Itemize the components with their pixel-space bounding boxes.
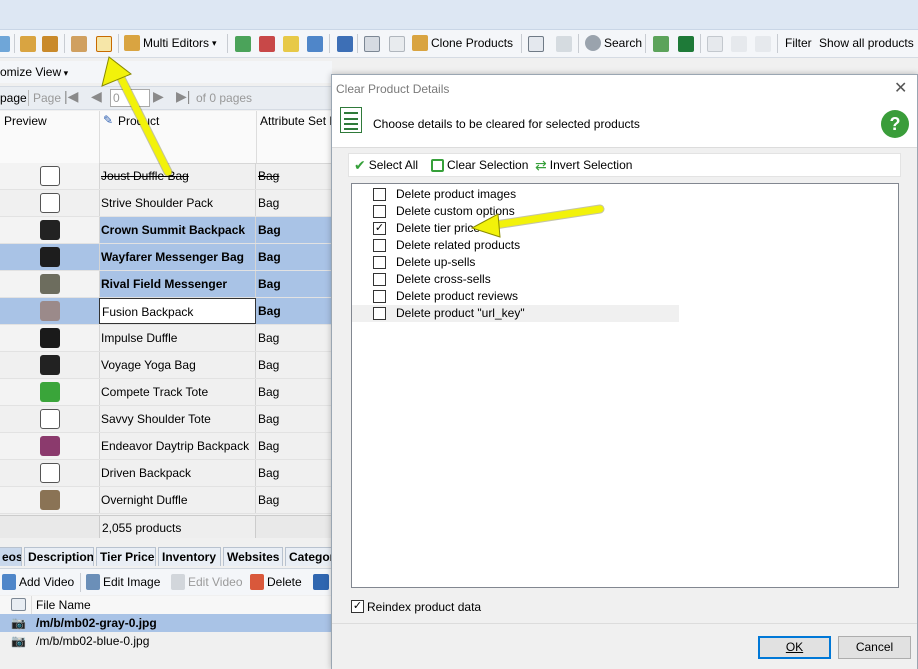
annotation-arrows xyxy=(101,56,605,238)
arrow-to-toolbar-icon xyxy=(101,56,173,177)
arrow-to-tier-price xyxy=(470,204,605,238)
